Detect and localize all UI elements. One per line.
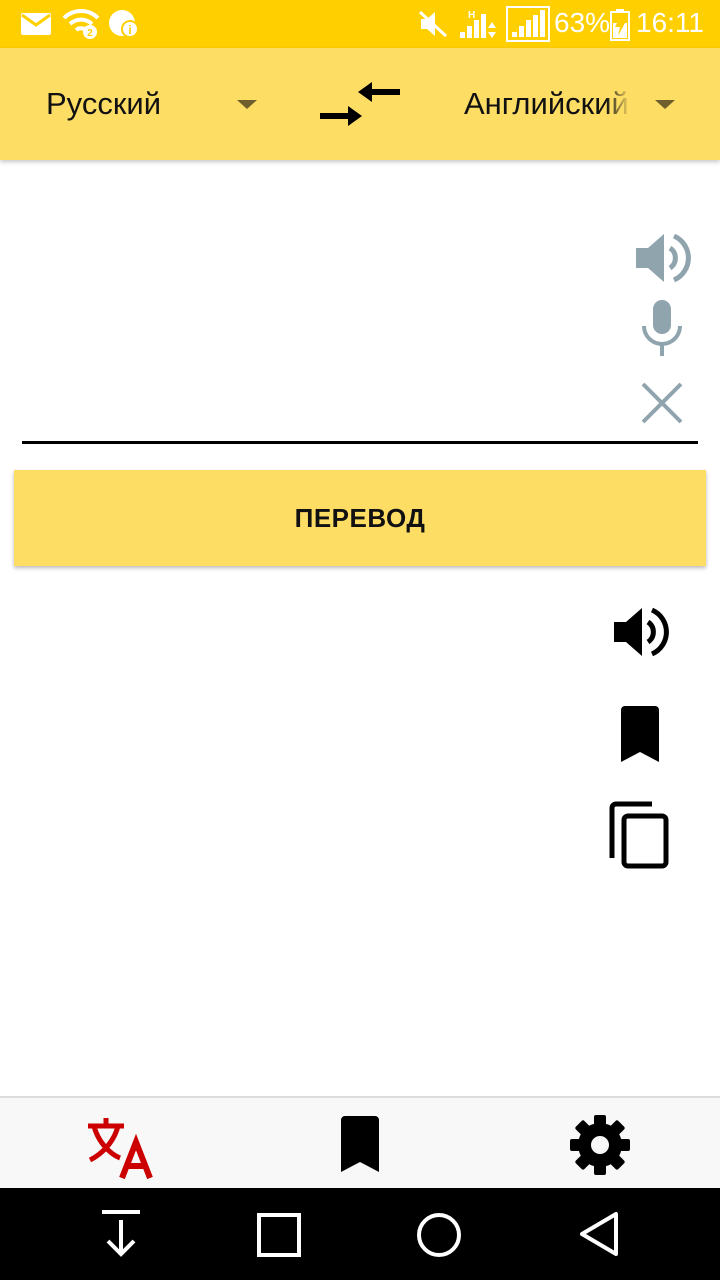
signal-icon: H	[460, 10, 496, 38]
svg-text:i: i	[128, 23, 131, 37]
bottom-navigation	[0, 1096, 720, 1190]
home-icon[interactable]	[414, 1210, 464, 1260]
source-language-spinner[interactable]: Русский	[30, 48, 270, 160]
clear-icon[interactable]	[640, 381, 684, 425]
target-language-label: Английский	[464, 86, 629, 121]
signal-icon	[506, 6, 550, 42]
svg-text:2: 2	[87, 28, 93, 39]
status-bar: 2 i H 63% 16:11	[0, 0, 720, 48]
battery-charging-icon	[610, 9, 630, 41]
notification-icon: i	[109, 10, 139, 38]
copy-icon[interactable]	[608, 800, 670, 870]
back-icon[interactable]	[576, 1210, 622, 1258]
translate-button[interactable]: ПЕРЕВОД	[14, 470, 706, 566]
mute-icon	[418, 10, 448, 38]
dropdown-arrow-icon	[237, 100, 257, 109]
microphone-icon[interactable]	[638, 298, 686, 358]
battery-percentage: 63%	[554, 7, 611, 38]
clock: 16:11	[636, 7, 704, 38]
input-underline	[22, 441, 698, 444]
svg-text:H: H	[468, 10, 475, 21]
dropdown-arrow-icon	[655, 100, 675, 109]
source-text-input[interactable]	[22, 180, 622, 430]
download-icon[interactable]	[100, 1210, 142, 1258]
wifi-icon: 2	[62, 8, 100, 39]
mail-icon	[21, 13, 51, 35]
system-navigation-bar	[0, 1188, 720, 1280]
bookmark-icon[interactable]	[618, 706, 662, 762]
translate-button-label: ПЕРЕВОД	[294, 502, 426, 533]
speaker-icon[interactable]	[632, 228, 692, 288]
source-language-label: Русский	[46, 86, 162, 121]
recent-apps-icon[interactable]	[256, 1212, 302, 1258]
swap-languages-icon[interactable]	[318, 76, 402, 132]
bookmark-icon[interactable]	[338, 1116, 382, 1172]
speaker-icon[interactable]	[610, 602, 670, 662]
translation-output	[22, 590, 582, 1070]
translate-icon[interactable]	[84, 1114, 156, 1180]
language-toolbar: Русский Английский	[0, 48, 720, 160]
settings-icon[interactable]	[568, 1114, 632, 1176]
target-language-spinner[interactable]: Английский	[448, 48, 688, 160]
